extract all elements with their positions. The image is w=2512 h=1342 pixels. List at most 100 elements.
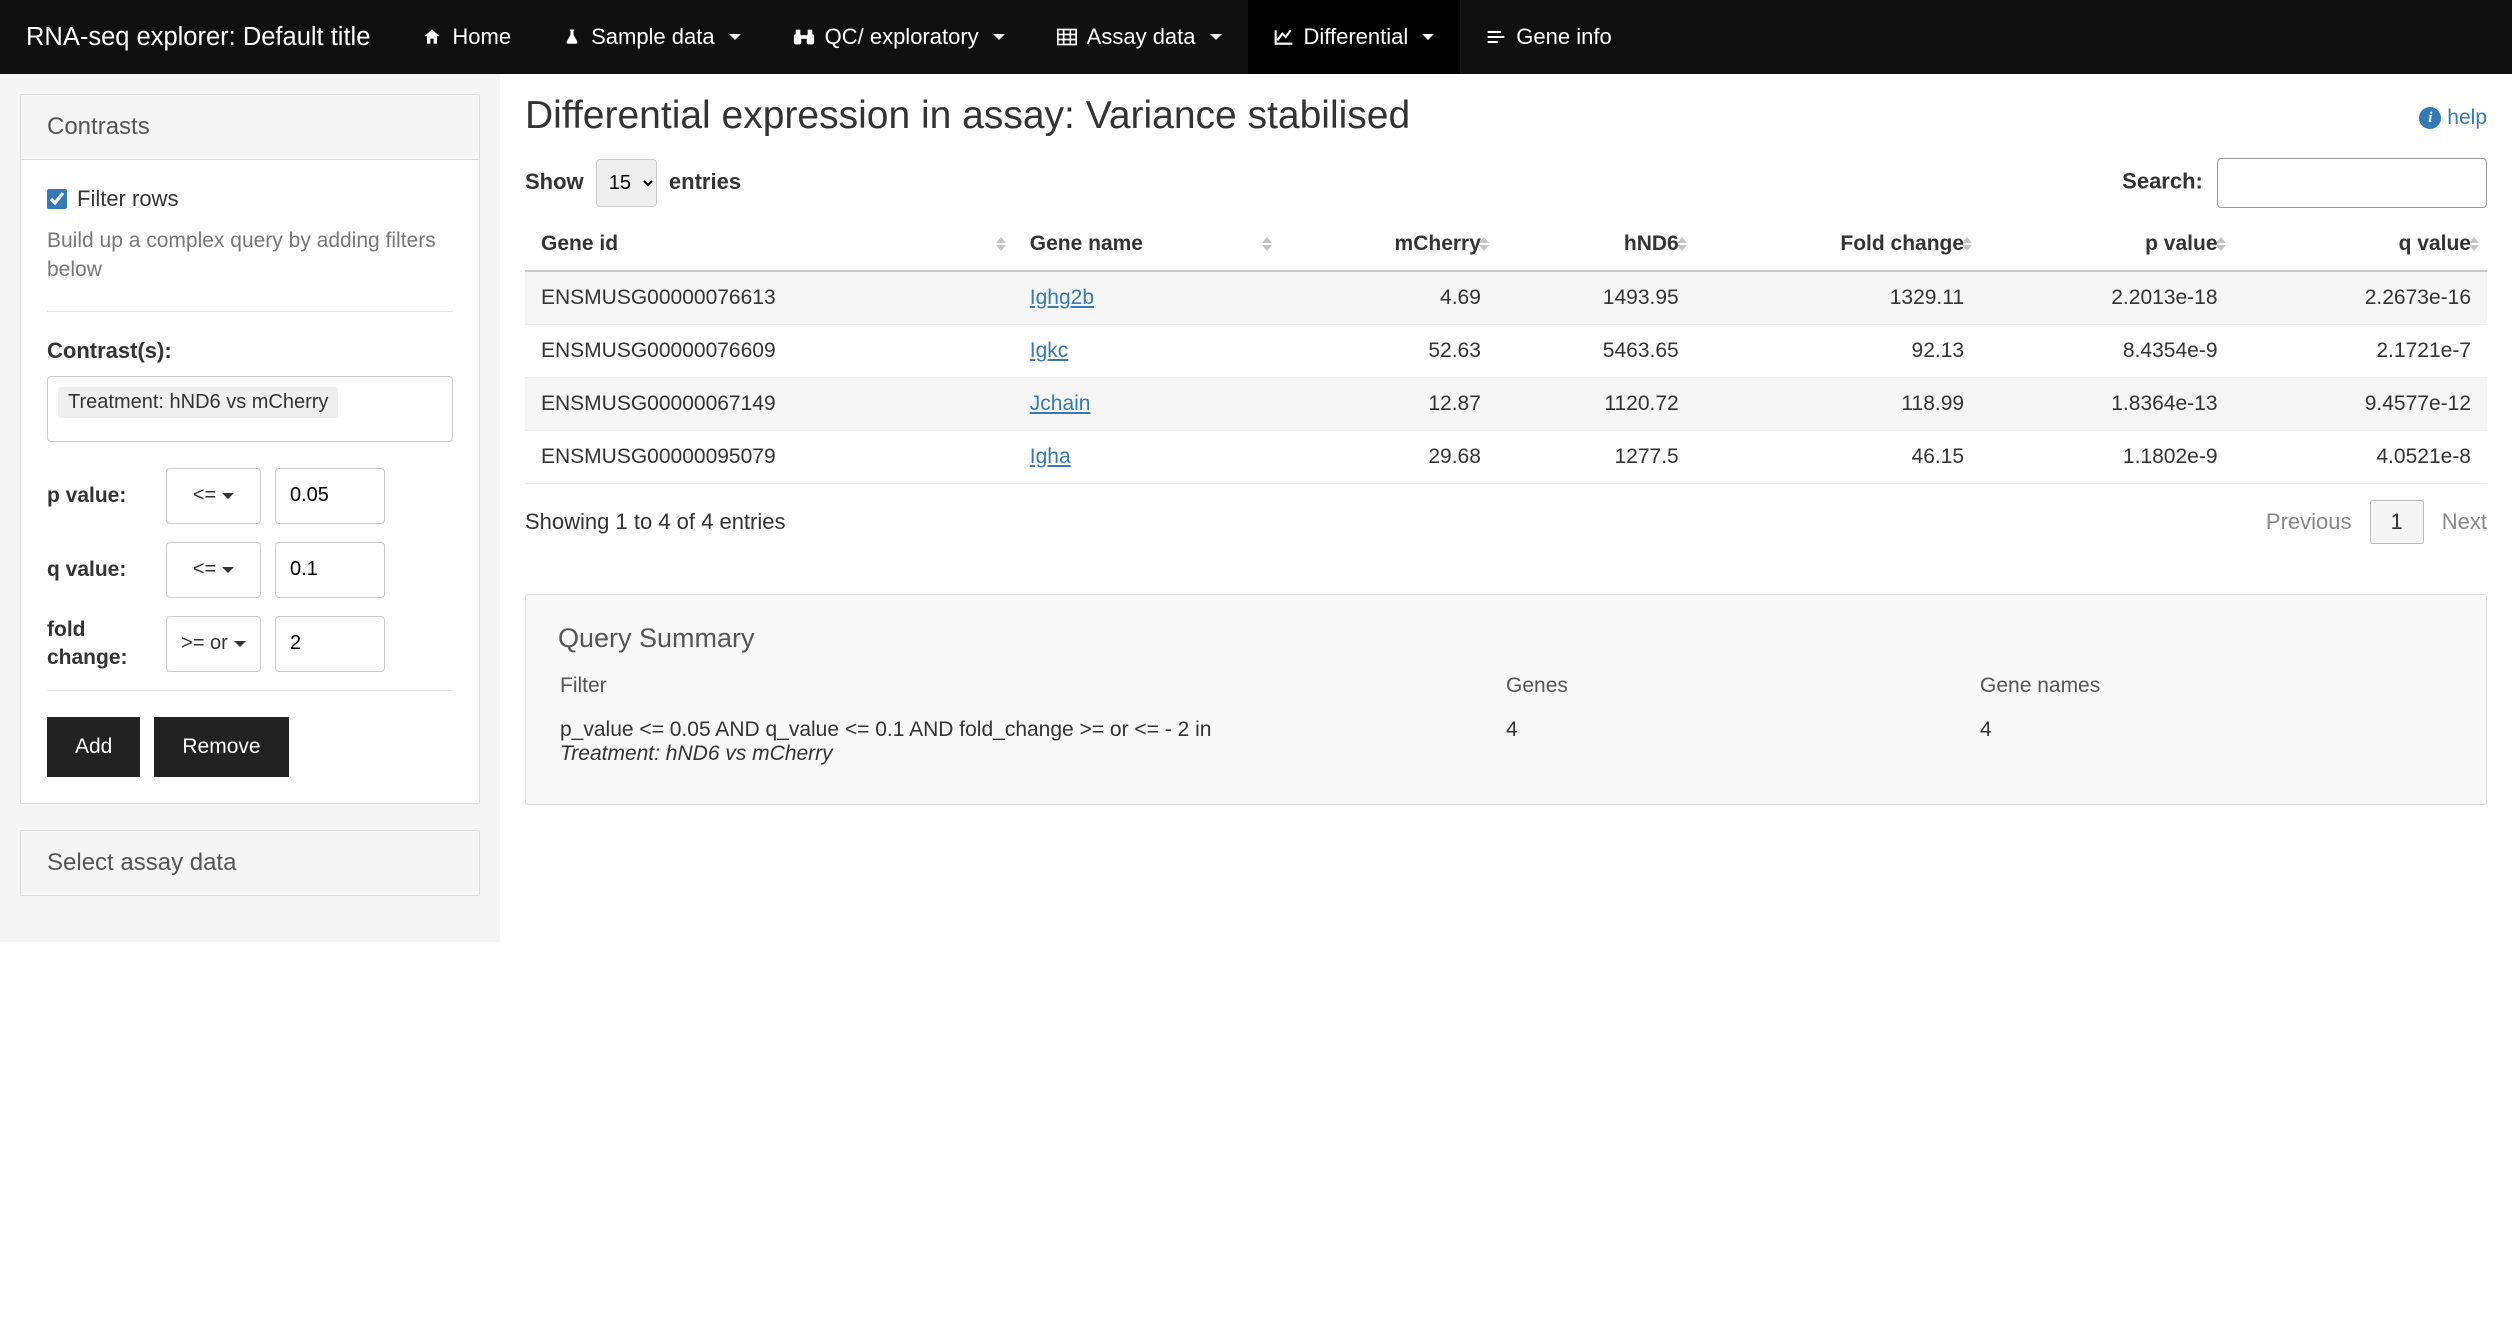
sort-icon [1479,237,1489,251]
column-header[interactable]: mCherry [1280,218,1497,271]
summary-genes-cell: 4 [1506,718,1978,774]
help-link-label: help [2447,106,2487,130]
filter-row: fold change: >= or [47,616,453,672]
cell-mcherry: 29.68 [1280,431,1497,484]
nav-item-gene-info[interactable]: Gene info [1460,0,1637,74]
nav-item-assay-data[interactable]: Assay data [1031,0,1248,74]
cell-gene-id: ENSMUSG00000076613 [525,271,1014,325]
cell-q-value: 2.1721e-7 [2234,325,2487,378]
chart-line-icon [1274,28,1294,46]
contrast-select[interactable]: Treatment: hND6 vs mCherry [47,376,453,442]
nav-item-differential[interactable]: Differential [1248,0,1461,74]
sort-icon [1962,237,1972,251]
cell-gene-name: Igha [1014,431,1280,484]
gene-link[interactable]: Jchain [1030,392,1091,415]
binoculars-icon [793,28,815,46]
filter-operator-select[interactable]: <= [166,542,261,598]
search-label: Search: [2122,169,2203,194]
chevron-down-icon [1422,34,1434,40]
contrasts-panel-heading[interactable]: Contrasts [21,95,479,160]
column-header[interactable]: Gene name [1014,218,1280,271]
cell-p-value: 8.4354e-9 [1980,325,2233,378]
column-header[interactable]: q value [2234,218,2487,271]
table-row: ENSMUSG00000067149Jchain12.871120.72118.… [525,378,2487,431]
filter-rows-checkbox[interactable] [47,189,67,209]
separator [47,690,453,691]
summary-header-gene-names: Gene names [1980,674,2452,716]
sidebar: Contrasts Filter rows Build up a complex… [0,74,500,942]
remove-button[interactable]: Remove [154,717,288,777]
filter-operator-select[interactable]: <= [166,468,261,524]
summary-header-filter: Filter [560,674,1504,716]
nav-item-sample-data[interactable]: Sample data [537,0,767,74]
filter-value-input[interactable] [275,468,385,524]
show-label-pre: Show [525,169,584,194]
chevron-down-icon [222,493,234,499]
cell-hnd6: 1493.95 [1497,271,1695,325]
cell-mcherry: 52.63 [1280,325,1497,378]
gene-link[interactable]: Igkc [1030,339,1069,362]
pager-next[interactable]: Next [2442,509,2487,535]
query-summary-box: Query Summary Filter Genes Gene names p_… [525,594,2487,805]
column-header[interactable]: hND6 [1497,218,1695,271]
nav-item-label: Differential [1304,24,1409,50]
nav-item-qc-exploratory[interactable]: QC/ exploratory [767,0,1031,74]
entries-select[interactable]: 15 [596,159,657,207]
cell-gene-name: Igkc [1014,325,1280,378]
contrast-tag[interactable]: Treatment: hND6 vs mCherry [58,387,338,418]
navbar-brand: RNA-seq explorer: Default title [0,0,396,74]
column-header[interactable]: Gene id [525,218,1014,271]
pager-page-1[interactable]: 1 [2370,500,2424,544]
summary-header-genes: Genes [1506,674,1978,716]
filter-row: q value:<= [47,542,453,598]
navbar: RNA-seq explorer: Default title Home Samp… [0,0,2512,74]
filter-value-input[interactable] [275,616,385,672]
filter-row: p value: <= [47,468,453,524]
filter-label: fold change: [47,616,152,671]
summary-filter-cell: p_value <= 0.05 AND q_value <= 0.1 AND f… [560,718,1504,774]
nav-item-label: Gene info [1516,24,1611,50]
gene-link[interactable]: Igha [1030,445,1071,468]
pager: Previous 1 Next [2266,500,2487,544]
cell-fold-change: 1329.11 [1695,271,1980,325]
info-icon: i [2419,107,2441,129]
pager-previous[interactable]: Previous [2266,509,2352,535]
summary-gene-names-cell: 4 [1980,718,2452,774]
table-row: ENSMUSG00000076613 Ighg2b 4.691493.951329.… [525,271,2487,325]
select-assay-panel: Select assay data [20,830,480,896]
main-content: i help Differential expression in assay:… [500,74,2512,942]
bars-stagger-icon [1486,29,1506,45]
column-header[interactable]: p value [1980,218,2233,271]
cell-fold-change: 46.15 [1695,431,1980,484]
query-summary-title: Query Summary [558,623,2454,654]
sort-icon [2216,237,2226,251]
nav-item-label: QC/ exploratory [825,24,979,50]
cell-q-value: 9.4577e-12 [2234,378,2487,431]
nav-item-home[interactable]: Home [396,0,537,74]
sort-icon [1262,237,1272,251]
nav-item-label: Sample data [591,24,715,50]
cell-p-value: 1.8364e-13 [1980,378,2233,431]
column-header[interactable]: Fold change [1695,218,1980,271]
help-link[interactable]: i help [2419,106,2487,130]
add-button[interactable]: Add [47,717,140,777]
filter-value-input[interactable] [275,542,385,598]
table-icon [1057,28,1077,46]
filter-rows-checkbox-row[interactable]: Filter rows [47,186,453,212]
cell-hnd6: 1277.5 [1497,431,1695,484]
page-title: Differential expression in assay: Varian… [525,94,2487,138]
cell-hnd6: 1120.72 [1497,378,1695,431]
cell-gene-name: Ighg2b [1014,271,1280,325]
filter-label: p value: [47,482,152,509]
cell-fold-change: 118.99 [1695,378,1980,431]
search-input[interactable] [2217,158,2487,208]
cell-q-value: 4.0521e-8 [2234,431,2487,484]
show-label-post: entries [669,169,741,194]
cell-mcherry: 4.69 [1280,271,1497,325]
entries-length-control: Show 15 entries [525,159,741,207]
filter-operator-select[interactable]: >= or [166,616,261,672]
filter-rows-label: Filter rows [77,186,178,212]
select-assay-heading[interactable]: Select assay data [21,831,479,895]
gene-link[interactable]: Ighg2b [1030,286,1094,309]
sort-icon [996,237,1006,251]
